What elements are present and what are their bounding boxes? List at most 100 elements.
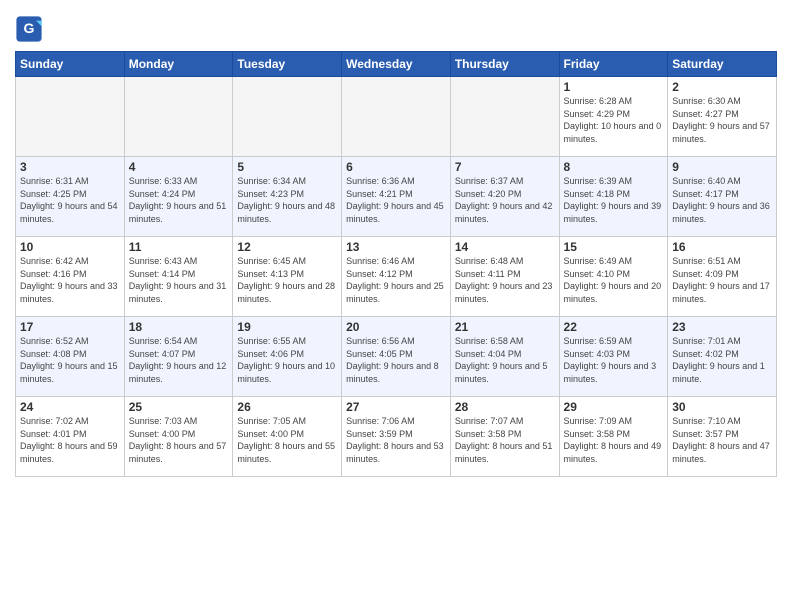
calendar-day-cell: 1Sunrise: 6:28 AMSunset: 4:29 PMDaylight…	[559, 77, 668, 157]
day-number: 4	[129, 160, 229, 174]
calendar-day-cell: 26Sunrise: 7:05 AMSunset: 4:00 PMDayligh…	[233, 397, 342, 477]
day-number: 16	[672, 240, 772, 254]
logo-icon: G	[15, 15, 43, 43]
calendar-day-cell: 8Sunrise: 6:39 AMSunset: 4:18 PMDaylight…	[559, 157, 668, 237]
day-number: 10	[20, 240, 120, 254]
day-number: 21	[455, 320, 555, 334]
calendar-day-cell: 23Sunrise: 7:01 AMSunset: 4:02 PMDayligh…	[668, 317, 777, 397]
day-info: Sunrise: 6:48 AMSunset: 4:11 PMDaylight:…	[455, 255, 555, 305]
calendar-day-cell: 4Sunrise: 6:33 AMSunset: 4:24 PMDaylight…	[124, 157, 233, 237]
weekday-header-monday: Monday	[124, 52, 233, 77]
day-number: 28	[455, 400, 555, 414]
calendar-day-cell: 17Sunrise: 6:52 AMSunset: 4:08 PMDayligh…	[16, 317, 125, 397]
weekday-header-row: SundayMondayTuesdayWednesdayThursdayFrid…	[16, 52, 777, 77]
day-number: 14	[455, 240, 555, 254]
calendar-day-cell: 20Sunrise: 6:56 AMSunset: 4:05 PMDayligh…	[342, 317, 451, 397]
svg-text:G: G	[24, 20, 35, 36]
day-info: Sunrise: 6:33 AMSunset: 4:24 PMDaylight:…	[129, 175, 229, 225]
day-info: Sunrise: 7:10 AMSunset: 3:57 PMDaylight:…	[672, 415, 772, 465]
calendar-day-cell: 14Sunrise: 6:48 AMSunset: 4:11 PMDayligh…	[450, 237, 559, 317]
day-info: Sunrise: 6:46 AMSunset: 4:12 PMDaylight:…	[346, 255, 446, 305]
calendar-week-row: 1Sunrise: 6:28 AMSunset: 4:29 PMDaylight…	[16, 77, 777, 157]
calendar-day-cell: 27Sunrise: 7:06 AMSunset: 3:59 PMDayligh…	[342, 397, 451, 477]
day-number: 22	[564, 320, 664, 334]
weekday-header-friday: Friday	[559, 52, 668, 77]
day-info: Sunrise: 7:06 AMSunset: 3:59 PMDaylight:…	[346, 415, 446, 465]
logo: G	[15, 15, 45, 43]
day-info: Sunrise: 7:05 AMSunset: 4:00 PMDaylight:…	[237, 415, 337, 465]
day-info: Sunrise: 7:07 AMSunset: 3:58 PMDaylight:…	[455, 415, 555, 465]
day-info: Sunrise: 7:02 AMSunset: 4:01 PMDaylight:…	[20, 415, 120, 465]
calendar-day-cell: 19Sunrise: 6:55 AMSunset: 4:06 PMDayligh…	[233, 317, 342, 397]
calendar-day-cell: 6Sunrise: 6:36 AMSunset: 4:21 PMDaylight…	[342, 157, 451, 237]
calendar-week-row: 3Sunrise: 6:31 AMSunset: 4:25 PMDaylight…	[16, 157, 777, 237]
day-info: Sunrise: 6:59 AMSunset: 4:03 PMDaylight:…	[564, 335, 664, 385]
day-info: Sunrise: 6:40 AMSunset: 4:17 PMDaylight:…	[672, 175, 772, 225]
day-number: 12	[237, 240, 337, 254]
day-info: Sunrise: 6:51 AMSunset: 4:09 PMDaylight:…	[672, 255, 772, 305]
day-number: 1	[564, 80, 664, 94]
day-number: 3	[20, 160, 120, 174]
day-info: Sunrise: 6:45 AMSunset: 4:13 PMDaylight:…	[237, 255, 337, 305]
day-number: 11	[129, 240, 229, 254]
day-number: 25	[129, 400, 229, 414]
day-number: 18	[129, 320, 229, 334]
calendar-table: SundayMondayTuesdayWednesdayThursdayFrid…	[15, 51, 777, 477]
day-info: Sunrise: 7:03 AMSunset: 4:00 PMDaylight:…	[129, 415, 229, 465]
day-number: 5	[237, 160, 337, 174]
day-number: 8	[564, 160, 664, 174]
calendar-container: G SundayMondayTuesdayWednesdayThursdayFr…	[0, 0, 792, 612]
day-number: 20	[346, 320, 446, 334]
day-number: 6	[346, 160, 446, 174]
weekday-header-thursday: Thursday	[450, 52, 559, 77]
calendar-day-cell: 5Sunrise: 6:34 AMSunset: 4:23 PMDaylight…	[233, 157, 342, 237]
calendar-day-cell: 12Sunrise: 6:45 AMSunset: 4:13 PMDayligh…	[233, 237, 342, 317]
day-info: Sunrise: 6:37 AMSunset: 4:20 PMDaylight:…	[455, 175, 555, 225]
calendar-day-cell: 24Sunrise: 7:02 AMSunset: 4:01 PMDayligh…	[16, 397, 125, 477]
calendar-day-cell: 15Sunrise: 6:49 AMSunset: 4:10 PMDayligh…	[559, 237, 668, 317]
calendar-week-row: 17Sunrise: 6:52 AMSunset: 4:08 PMDayligh…	[16, 317, 777, 397]
calendar-day-cell: 9Sunrise: 6:40 AMSunset: 4:17 PMDaylight…	[668, 157, 777, 237]
calendar-day-cell	[233, 77, 342, 157]
day-info: Sunrise: 6:43 AMSunset: 4:14 PMDaylight:…	[129, 255, 229, 305]
calendar-day-cell: 21Sunrise: 6:58 AMSunset: 4:04 PMDayligh…	[450, 317, 559, 397]
day-number: 7	[455, 160, 555, 174]
day-number: 17	[20, 320, 120, 334]
calendar-day-cell: 28Sunrise: 7:07 AMSunset: 3:58 PMDayligh…	[450, 397, 559, 477]
day-number: 30	[672, 400, 772, 414]
day-number: 27	[346, 400, 446, 414]
calendar-day-cell: 18Sunrise: 6:54 AMSunset: 4:07 PMDayligh…	[124, 317, 233, 397]
calendar-day-cell: 30Sunrise: 7:10 AMSunset: 3:57 PMDayligh…	[668, 397, 777, 477]
calendar-week-row: 10Sunrise: 6:42 AMSunset: 4:16 PMDayligh…	[16, 237, 777, 317]
calendar-day-cell	[16, 77, 125, 157]
calendar-day-cell	[124, 77, 233, 157]
day-number: 13	[346, 240, 446, 254]
day-info: Sunrise: 6:49 AMSunset: 4:10 PMDaylight:…	[564, 255, 664, 305]
day-info: Sunrise: 6:30 AMSunset: 4:27 PMDaylight:…	[672, 95, 772, 145]
calendar-day-cell: 29Sunrise: 7:09 AMSunset: 3:58 PMDayligh…	[559, 397, 668, 477]
weekday-header-tuesday: Tuesday	[233, 52, 342, 77]
day-info: Sunrise: 6:31 AMSunset: 4:25 PMDaylight:…	[20, 175, 120, 225]
day-info: Sunrise: 7:01 AMSunset: 4:02 PMDaylight:…	[672, 335, 772, 385]
calendar-day-cell: 22Sunrise: 6:59 AMSunset: 4:03 PMDayligh…	[559, 317, 668, 397]
header: G	[15, 10, 777, 43]
day-number: 19	[237, 320, 337, 334]
calendar-day-cell: 7Sunrise: 6:37 AMSunset: 4:20 PMDaylight…	[450, 157, 559, 237]
weekday-header-wednesday: Wednesday	[342, 52, 451, 77]
day-number: 24	[20, 400, 120, 414]
calendar-day-cell: 16Sunrise: 6:51 AMSunset: 4:09 PMDayligh…	[668, 237, 777, 317]
calendar-day-cell: 11Sunrise: 6:43 AMSunset: 4:14 PMDayligh…	[124, 237, 233, 317]
calendar-day-cell: 2Sunrise: 6:30 AMSunset: 4:27 PMDaylight…	[668, 77, 777, 157]
day-info: Sunrise: 6:42 AMSunset: 4:16 PMDaylight:…	[20, 255, 120, 305]
day-number: 15	[564, 240, 664, 254]
weekday-header-saturday: Saturday	[668, 52, 777, 77]
day-info: Sunrise: 6:56 AMSunset: 4:05 PMDaylight:…	[346, 335, 446, 385]
calendar-day-cell: 25Sunrise: 7:03 AMSunset: 4:00 PMDayligh…	[124, 397, 233, 477]
day-number: 29	[564, 400, 664, 414]
day-number: 9	[672, 160, 772, 174]
day-info: Sunrise: 6:58 AMSunset: 4:04 PMDaylight:…	[455, 335, 555, 385]
day-info: Sunrise: 6:55 AMSunset: 4:06 PMDaylight:…	[237, 335, 337, 385]
day-info: Sunrise: 6:52 AMSunset: 4:08 PMDaylight:…	[20, 335, 120, 385]
day-info: Sunrise: 6:54 AMSunset: 4:07 PMDaylight:…	[129, 335, 229, 385]
calendar-day-cell	[342, 77, 451, 157]
